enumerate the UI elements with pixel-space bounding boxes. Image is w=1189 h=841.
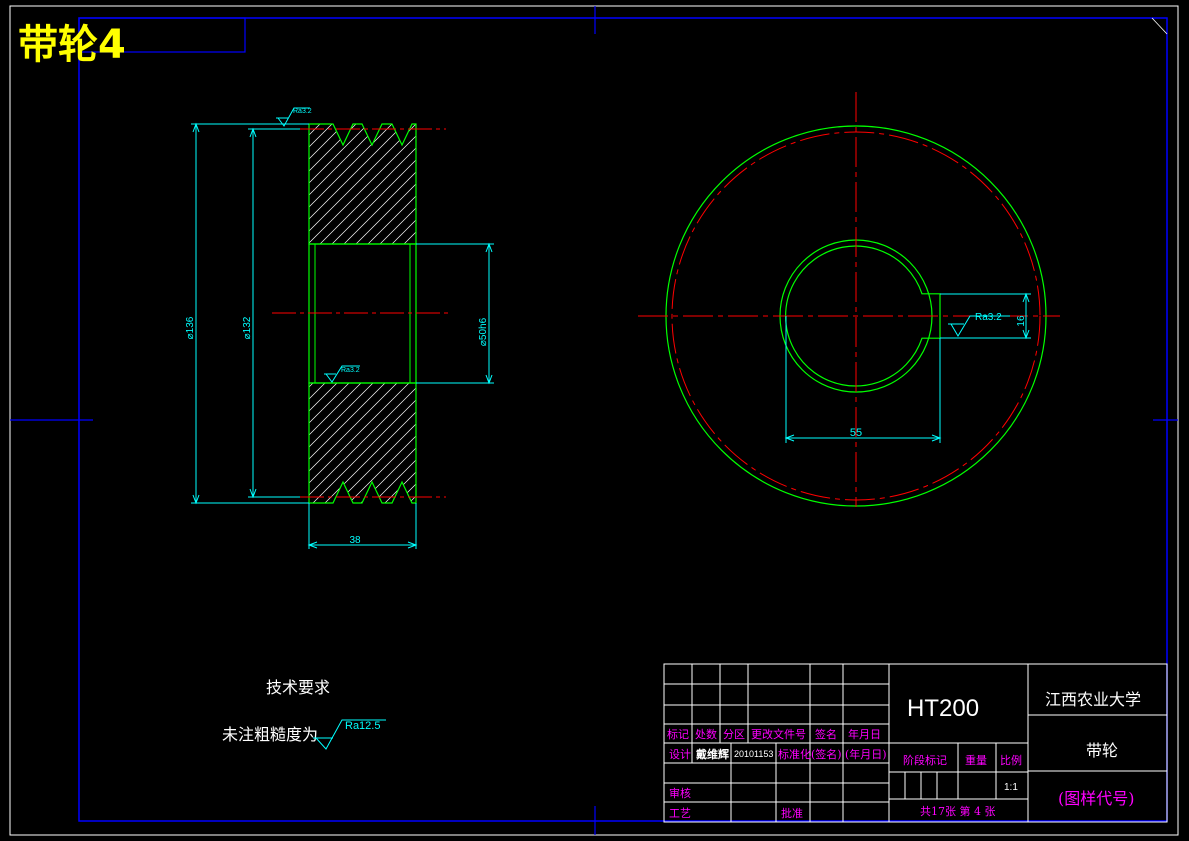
- dim-pitch-diameter-label: ⌀132: [242, 316, 253, 339]
- tb-date-label: (年月日): [845, 747, 887, 761]
- tb-header-change-doc: 更改文件号: [751, 727, 806, 741]
- tb-header-date: 年月日: [848, 727, 881, 741]
- section-hatch-bottom: [308, 382, 417, 504]
- tb-scale-value: 1:1: [1004, 782, 1018, 793]
- technical-requirements: 技术要求 未注粗糙度为 Ra12.5: [222, 678, 386, 750]
- dim-keyway-depth: [784, 316, 942, 443]
- dim-outer-diameter-label: ⌀136: [185, 316, 196, 339]
- tb-sign-label: (签名): [811, 747, 842, 761]
- dim-width: [307, 503, 418, 549]
- tb-sheets: 共17张 第 4 张: [920, 804, 996, 818]
- tb-review-label: 审核: [669, 786, 691, 800]
- tb-designer-id: 20101153: [734, 749, 773, 759]
- tb-approve-label: 批准: [781, 806, 803, 820]
- roughness-keyway-label: Ra3.2: [975, 312, 1002, 323]
- section-view: ⌀136 ⌀132 ⌀50h6 38 Ra3.2 Ra3.2: [185, 107, 494, 549]
- tb-school: 江西农业大学: [1045, 690, 1141, 709]
- front-view: 55 16 Ra3.2: [638, 92, 1060, 507]
- sheet-frame: [9, 5, 1179, 836]
- tech-requirements-note: 未注粗糙度为: [222, 725, 318, 744]
- tb-part-name: 带轮: [1086, 741, 1118, 760]
- dim-width-label: 38: [349, 535, 361, 546]
- roughness-top-label: Ra3.2: [293, 108, 312, 115]
- tb-designer-label: 设计: [669, 748, 691, 761]
- drawing-title: 带轮4: [18, 22, 126, 68]
- dim-keyway-width-label: 16: [1016, 315, 1027, 327]
- tb-drawing-code: (图样代号): [1058, 789, 1135, 808]
- tb-scale-label: 比例: [1000, 753, 1022, 767]
- tb-designer-name: 戴维辉: [696, 747, 729, 761]
- tb-weight-label: 重量: [965, 753, 987, 767]
- dim-keyway-depth-label: 55: [850, 427, 862, 439]
- tb-header-mark: 标记: [667, 727, 689, 741]
- tb-header-zone: 分区: [723, 728, 745, 741]
- title-block: 标记 处数 分区 更改文件号 签名 年月日 设计 戴维辉 20101153 标准…: [663, 663, 1168, 823]
- cad-drawing: 带轮4 ⌀136 ⌀132 ⌀50h6 38 Ra3.2 Ra3.2 55 16…: [9, 5, 1179, 836]
- dim-bore-label: ⌀50h6: [478, 317, 489, 346]
- tb-standardize-label: 标准化: [778, 747, 811, 761]
- tb-stage-label: 阶段标记: [903, 753, 947, 767]
- roughness-general-label: Ra12.5: [345, 720, 380, 732]
- tb-header-count: 处数: [695, 728, 717, 741]
- tb-material: HT200: [907, 695, 979, 722]
- section-hatch-top: [308, 123, 417, 245]
- tb-process-label: 工艺: [669, 807, 691, 820]
- tech-requirements-heading: 技术要求: [266, 678, 330, 697]
- roughness-bore-label: Ra3.2: [341, 367, 360, 374]
- tb-header-signature: 签名: [815, 727, 837, 741]
